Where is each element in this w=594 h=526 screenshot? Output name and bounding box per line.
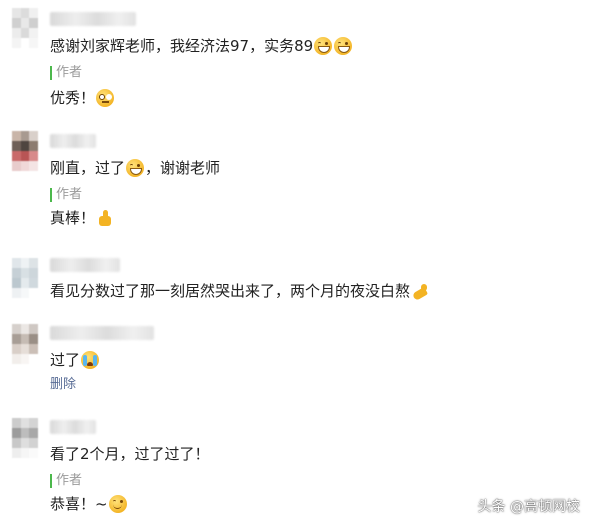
smiling-face-icon bbox=[108, 495, 127, 513]
comment-text-content: 看见分数过了那一刻居然哭出来了，两个月的夜没白熬 bbox=[50, 282, 411, 300]
nickname[interactable] bbox=[50, 326, 154, 340]
comment-text-content: 过了 bbox=[50, 351, 81, 369]
grinning-face-icon bbox=[334, 37, 353, 55]
flexed-biceps-icon bbox=[411, 282, 429, 300]
author-label: 作者 bbox=[50, 188, 82, 202]
author-label: 作者 bbox=[50, 66, 82, 80]
comment-text-content: 感谢刘家辉老师，我经济法97，实务89 bbox=[50, 37, 314, 55]
grinning-face-icon bbox=[314, 37, 333, 55]
comment-text: 刚直，过了 ，谢谢老师 bbox=[50, 158, 220, 178]
author-reply-text: 优秀！ bbox=[50, 89, 96, 107]
nickname[interactable] bbox=[50, 258, 120, 272]
author-reply-text: 真棒！ bbox=[50, 209, 96, 227]
comment-text: 过了 bbox=[50, 350, 100, 370]
grinning-face-icon bbox=[126, 159, 145, 177]
comment-text: 感谢刘家辉老师，我经济法97，实务89 bbox=[50, 36, 353, 56]
comment-text: 看见分数过了那一刻居然哭出来了，两个月的夜没白熬 bbox=[50, 281, 430, 301]
thinking-face-icon bbox=[96, 89, 115, 107]
nickname[interactable] bbox=[50, 134, 96, 148]
author-reply: 恭喜！~ bbox=[50, 494, 128, 514]
comment-text: 看了2个月，过了过了！ bbox=[50, 444, 210, 464]
author-reply: 真棒！ bbox=[50, 208, 115, 228]
author-label: 作者 bbox=[50, 474, 82, 488]
comment-text-content: 刚直，过了 bbox=[50, 159, 126, 177]
avatar[interactable] bbox=[12, 8, 38, 48]
avatar[interactable] bbox=[12, 131, 38, 171]
author-reply-text: 恭喜！~ bbox=[50, 495, 108, 513]
thumbs-up-icon bbox=[96, 209, 114, 227]
nickname[interactable] bbox=[50, 12, 136, 26]
crying-face-icon bbox=[81, 351, 100, 369]
watermark: 头条 @高顿网校 bbox=[477, 499, 580, 515]
comment-text-content: ，谢谢老师 bbox=[145, 159, 221, 177]
nickname[interactable] bbox=[50, 420, 96, 434]
avatar[interactable] bbox=[12, 324, 38, 364]
avatar[interactable] bbox=[12, 258, 38, 298]
author-reply: 优秀！ bbox=[50, 88, 115, 108]
comment-text-content: 看了2个月，过了过了！ bbox=[50, 445, 210, 463]
delete-link[interactable]: 删除 bbox=[50, 377, 76, 393]
avatar[interactable] bbox=[12, 418, 38, 458]
